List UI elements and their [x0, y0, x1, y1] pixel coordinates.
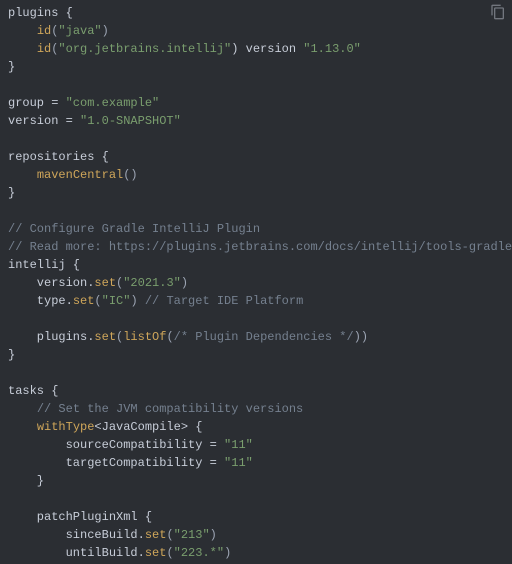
code-token: sinceBuild.	[8, 528, 145, 542]
code-token: "1.13.0"	[303, 42, 361, 56]
code-token: ()	[123, 168, 137, 182]
code-token: group =	[8, 96, 66, 110]
code-token: (	[166, 528, 173, 542]
code-token: tasks {	[8, 384, 58, 398]
code-token: "com.example"	[66, 96, 160, 110]
code-token: version.	[8, 276, 94, 290]
code-token	[8, 42, 37, 56]
code-token: ) version	[231, 42, 303, 56]
code-token: "11"	[224, 456, 253, 470]
code-token	[8, 24, 37, 38]
code-token: set	[94, 330, 116, 344]
code-token: set	[145, 528, 167, 542]
code-token: <JavaCompile> {	[94, 420, 202, 434]
code-token: ))	[354, 330, 368, 344]
copy-icon[interactable]	[490, 4, 506, 20]
code-token: repositories {	[8, 150, 109, 164]
code-token: // Target IDE Platform	[145, 294, 303, 308]
code-token: }	[8, 60, 15, 74]
code-token: targetCompatibility =	[8, 456, 224, 470]
code-token: id	[37, 24, 51, 38]
code-token: "213"	[174, 528, 210, 542]
code-token: id	[37, 42, 51, 56]
code-token: withType	[37, 420, 95, 434]
code-token: // Configure Gradle IntelliJ Plugin	[8, 222, 260, 236]
code-token: version =	[8, 114, 80, 128]
code-token: )	[224, 546, 231, 560]
code-token: )	[181, 276, 188, 290]
code-block: plugins { id ( "java") id ( "org.jetbrains.i…	[8, 4, 512, 562]
code-token	[8, 402, 37, 416]
code-token: (	[166, 546, 173, 560]
code-token: "223.*"	[174, 546, 224, 560]
code-token: // Set the JVM compatibility versions	[37, 402, 303, 416]
code-token: // Read more: https://plugins.jetbrains.…	[8, 240, 512, 254]
code-token: "1.0-SNAPSHOT"	[80, 114, 181, 128]
code-token: "java"	[58, 24, 101, 38]
code-token: )	[130, 294, 144, 308]
code-token: patchPluginXml {	[8, 510, 152, 524]
code-token: intellij {	[8, 258, 80, 272]
code-token: /* Plugin Dependencies */	[174, 330, 354, 344]
code-token: "org.jetbrains.intellij"	[58, 42, 231, 56]
code-token: "11"	[224, 438, 253, 452]
code-token: )	[210, 528, 217, 542]
code-token: set	[73, 294, 95, 308]
code-token: untilBuild.	[8, 546, 145, 560]
code-token: plugins {	[8, 6, 73, 20]
code-token: (	[166, 330, 173, 344]
code-token	[8, 420, 37, 434]
code-token: }	[8, 474, 44, 488]
code-token: }	[8, 348, 15, 362]
code-token	[8, 168, 37, 182]
code-token: plugins.	[8, 330, 94, 344]
code-token: )	[102, 24, 109, 38]
code-token: type.	[8, 294, 73, 308]
code-token: (	[94, 294, 101, 308]
code-token: sourceCompatibility =	[8, 438, 224, 452]
code-token: "2021.3"	[123, 276, 181, 290]
code-token: listOf	[123, 330, 166, 344]
code-token: set	[145, 546, 167, 560]
code-token: set	[94, 276, 116, 290]
code-token: "IC"	[102, 294, 131, 308]
code-token: mavenCentral	[37, 168, 123, 182]
code-token: }	[8, 186, 15, 200]
